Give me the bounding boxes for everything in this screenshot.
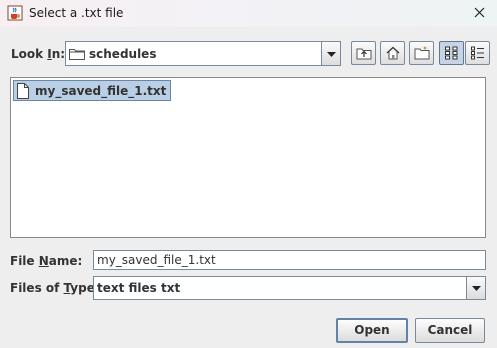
files-of-type-combo[interactable]: text files txt	[93, 276, 486, 300]
files-of-type-dropdown-arrow[interactable]	[466, 277, 485, 299]
files-of-type-label: Files of Type:	[10, 281, 100, 295]
file-list[interactable]: my_saved_file_1.txt	[10, 77, 486, 238]
look-in-value: schedules	[89, 47, 157, 61]
title-bar: Select a .txt file	[0, 0, 497, 27]
window-title: Select a .txt file	[29, 6, 124, 20]
file-name-label: File Name:	[10, 254, 83, 268]
list-view-button[interactable]	[439, 41, 464, 65]
file-name-input[interactable]: my_saved_file_1.txt	[93, 250, 486, 270]
look-in-combo[interactable]: schedules	[65, 41, 341, 66]
home-button[interactable]	[380, 41, 405, 65]
chevron-down-icon	[472, 286, 481, 291]
close-button[interactable]	[462, 0, 497, 27]
java-cup-icon	[7, 5, 23, 21]
list-view-icon	[445, 46, 458, 60]
up-one-level-button[interactable]	[351, 41, 376, 65]
list-item[interactable]: my_saved_file_1.txt	[13, 80, 172, 101]
chevron-down-icon	[327, 52, 336, 57]
look-in-label: Look In:	[11, 47, 66, 61]
files-of-type-value: text files txt	[97, 281, 181, 295]
close-icon	[474, 7, 485, 18]
file-icon	[17, 82, 29, 99]
details-view-icon	[471, 46, 484, 60]
new-folder-button[interactable]	[409, 41, 434, 65]
open-button[interactable]: Open	[336, 318, 408, 343]
cancel-button[interactable]: Cancel	[415, 318, 485, 343]
folder-icon	[69, 49, 85, 60]
details-view-button[interactable]	[465, 41, 490, 65]
folder-up-icon	[356, 48, 372, 60]
home-icon	[386, 46, 400, 60]
look-in-dropdown-arrow[interactable]	[321, 42, 340, 65]
file-chooser-dialog: Select a .txt file Look In: schedules my…	[0, 0, 497, 348]
new-folder-icon	[414, 46, 430, 60]
file-name-text: my_saved_file_1.txt	[35, 83, 167, 98]
